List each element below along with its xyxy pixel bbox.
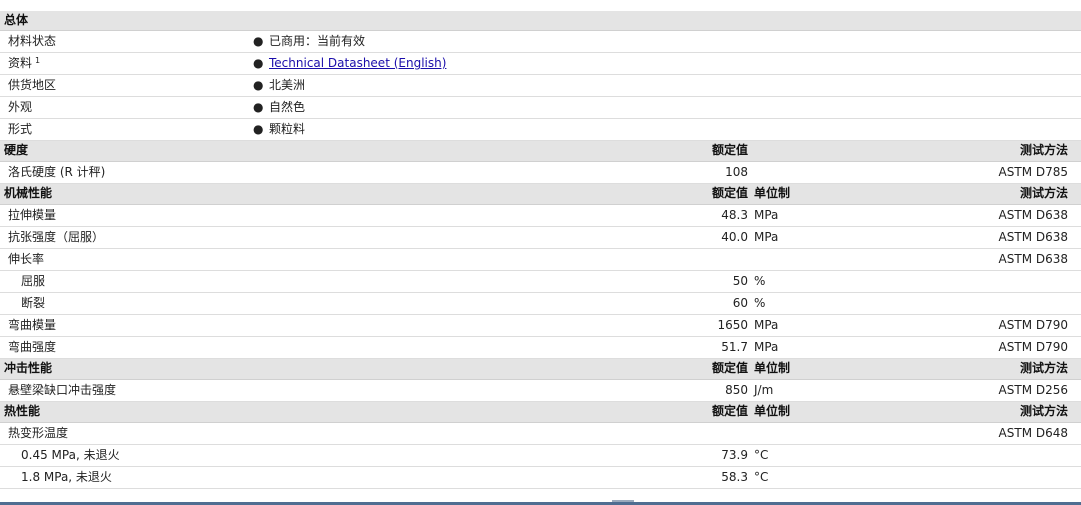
bullet-icon: ● (253, 100, 264, 114)
column-header-nominal: 额定值 (711, 186, 748, 200)
test-method: ASTM D790 (998, 340, 1068, 354)
property-value: 850 (725, 383, 748, 397)
bullet-icon: ● (253, 78, 264, 92)
property-value: 58.3 (721, 470, 748, 484)
property-value: 1650 (717, 318, 748, 332)
column-header-method: 测试方法 (1019, 404, 1068, 418)
property-value: 颗粒料 (269, 122, 306, 136)
column-header-unit: 单位制 (754, 186, 791, 200)
test-method: ASTM D648 (998, 426, 1068, 440)
bullet-icon: ● (253, 56, 264, 70)
column-header-method: 测试方法 (1019, 143, 1068, 157)
property-label: 形式 (8, 122, 33, 136)
mechanical-row: 抗张强度（屈服） 40.0 MPa ASTM D638 (0, 227, 1081, 249)
datasheet-table: 总体 材料状态 ● 已商用：当前有效 资料 1 ● Technical Datas… (0, 11, 1081, 489)
property-unit: °C (754, 448, 769, 462)
property-unit: MPa (754, 208, 779, 222)
impact-row: 悬壁梁缺口冲击强度 850 J/m ASTM D256 (0, 380, 1081, 402)
property-value: 51.7 (721, 340, 748, 354)
mechanical-row: 屈服 50 % (0, 271, 1081, 293)
general-row-region: 供货地区 ● 北美洲 (0, 75, 1081, 97)
general-row-appearance: 外观 ● 自然色 (0, 97, 1081, 119)
column-header-unit: 单位制 (754, 404, 791, 418)
property-label: 拉伸模量 (8, 208, 57, 222)
property-label: 热变形温度 (8, 426, 69, 440)
mechanical-row: 伸长率 ASTM D638 (0, 249, 1081, 271)
top-spacer (0, 0, 1081, 11)
bullet-icon: ● (253, 34, 264, 48)
test-method: ASTM D790 (998, 318, 1068, 332)
property-label: 抗张强度（屈服） (8, 230, 105, 244)
property-value: 北美洲 (269, 78, 306, 92)
property-label: 洛氏硬度 (R 计秤) (8, 165, 106, 179)
property-label-text: 资料 (8, 56, 33, 70)
test-method: ASTM D638 (998, 208, 1068, 222)
property-label: 弯曲强度 (8, 340, 57, 354)
thermal-row: 0.45 MPa, 未退火 73.9 °C (0, 445, 1081, 467)
column-header-nominal: 额定值 (711, 361, 748, 375)
property-value: 40.0 (721, 230, 748, 244)
test-method: ASTM D638 (998, 230, 1068, 244)
section-header-hardness: 硬度 额定值 测试方法 (0, 141, 1081, 162)
test-method: ASTM D638 (998, 252, 1068, 266)
property-label: 外观 (8, 100, 33, 114)
property-label: 伸长率 (8, 252, 45, 266)
section-title: 冲击性能 (4, 361, 53, 375)
property-label: 1.8 MPa, 未退火 (21, 470, 112, 484)
column-header-method: 测试方法 (1019, 361, 1068, 375)
general-row-form: 形式 ● 颗粒料 (0, 119, 1081, 141)
section-header-general: 总体 (0, 11, 1081, 31)
test-method: ASTM D785 (998, 165, 1068, 179)
mechanical-row: 拉伸模量 48.3 MPa ASTM D638 (0, 205, 1081, 227)
property-value: 73.9 (721, 448, 748, 462)
mechanical-row: 断裂 60 % (0, 293, 1081, 315)
column-header-method: 测试方法 (1019, 186, 1068, 200)
property-unit: % (754, 274, 766, 288)
section-title: 机械性能 (4, 186, 53, 200)
property-label: 断裂 (21, 296, 46, 310)
section-header-impact: 冲击性能 额定值 单位制 测试方法 (0, 359, 1081, 380)
property-unit: MPa (754, 318, 779, 332)
hardness-row: 洛氏硬度 (R 计秤) 108 ASTM D785 (0, 162, 1081, 184)
property-value: 60 (732, 296, 748, 310)
property-unit: MPa (754, 340, 779, 354)
thermal-row: 热变形温度 ASTM D648 (0, 423, 1081, 445)
footnote-marker: 1 (35, 56, 41, 65)
property-label: 材料状态 (8, 34, 57, 48)
section-title: 硬度 (4, 143, 29, 157)
property-value: 48.3 (721, 208, 748, 222)
property-value: 50 (732, 274, 748, 288)
mechanical-row: 弯曲模量 1650 MPa ASTM D790 (0, 315, 1081, 337)
property-unit: MPa (754, 230, 779, 244)
technical-datasheet-link[interactable]: Technical Datasheet (English) (269, 56, 446, 70)
thermal-row: 1.8 MPa, 未退火 58.3 °C (0, 467, 1081, 489)
section-title: 总体 (4, 13, 29, 27)
property-label: 屈服 (21, 274, 46, 288)
mechanical-row: 弯曲强度 51.7 MPa ASTM D790 (0, 337, 1081, 359)
property-unit: J/m (754, 383, 774, 397)
section-title: 热性能 (4, 404, 41, 418)
test-method: ASTM D256 (998, 383, 1068, 397)
section-header-mechanical: 机械性能 额定值 单位制 测试方法 (0, 184, 1081, 205)
property-unit: % (754, 296, 766, 310)
property-value: 自然色 (269, 100, 306, 114)
general-row-documents: 资料 1 ● Technical Datasheet (English) (0, 53, 1081, 75)
general-row-status: 材料状态 ● 已商用：当前有效 (0, 31, 1081, 53)
bullet-icon: ● (253, 122, 264, 136)
section-header-thermal: 热性能 额定值 单位制 测试方法 (0, 402, 1081, 423)
property-value: Technical Datasheet (English) (269, 56, 446, 71)
column-header-unit: 单位制 (754, 361, 791, 375)
property-label: 资料 1 (8, 56, 40, 71)
column-header-nominal: 额定值 (711, 143, 748, 157)
property-label: 0.45 MPa, 未退火 (21, 448, 120, 462)
property-label: 供货地区 (8, 78, 57, 92)
column-header-nominal: 额定值 (711, 404, 748, 418)
property-label: 弯曲模量 (8, 318, 57, 332)
property-label: 悬壁梁缺口冲击强度 (8, 383, 117, 397)
property-unit: °C (754, 470, 769, 484)
property-value: 108 (725, 165, 748, 179)
property-value: 已商用：当前有效 (269, 34, 366, 48)
